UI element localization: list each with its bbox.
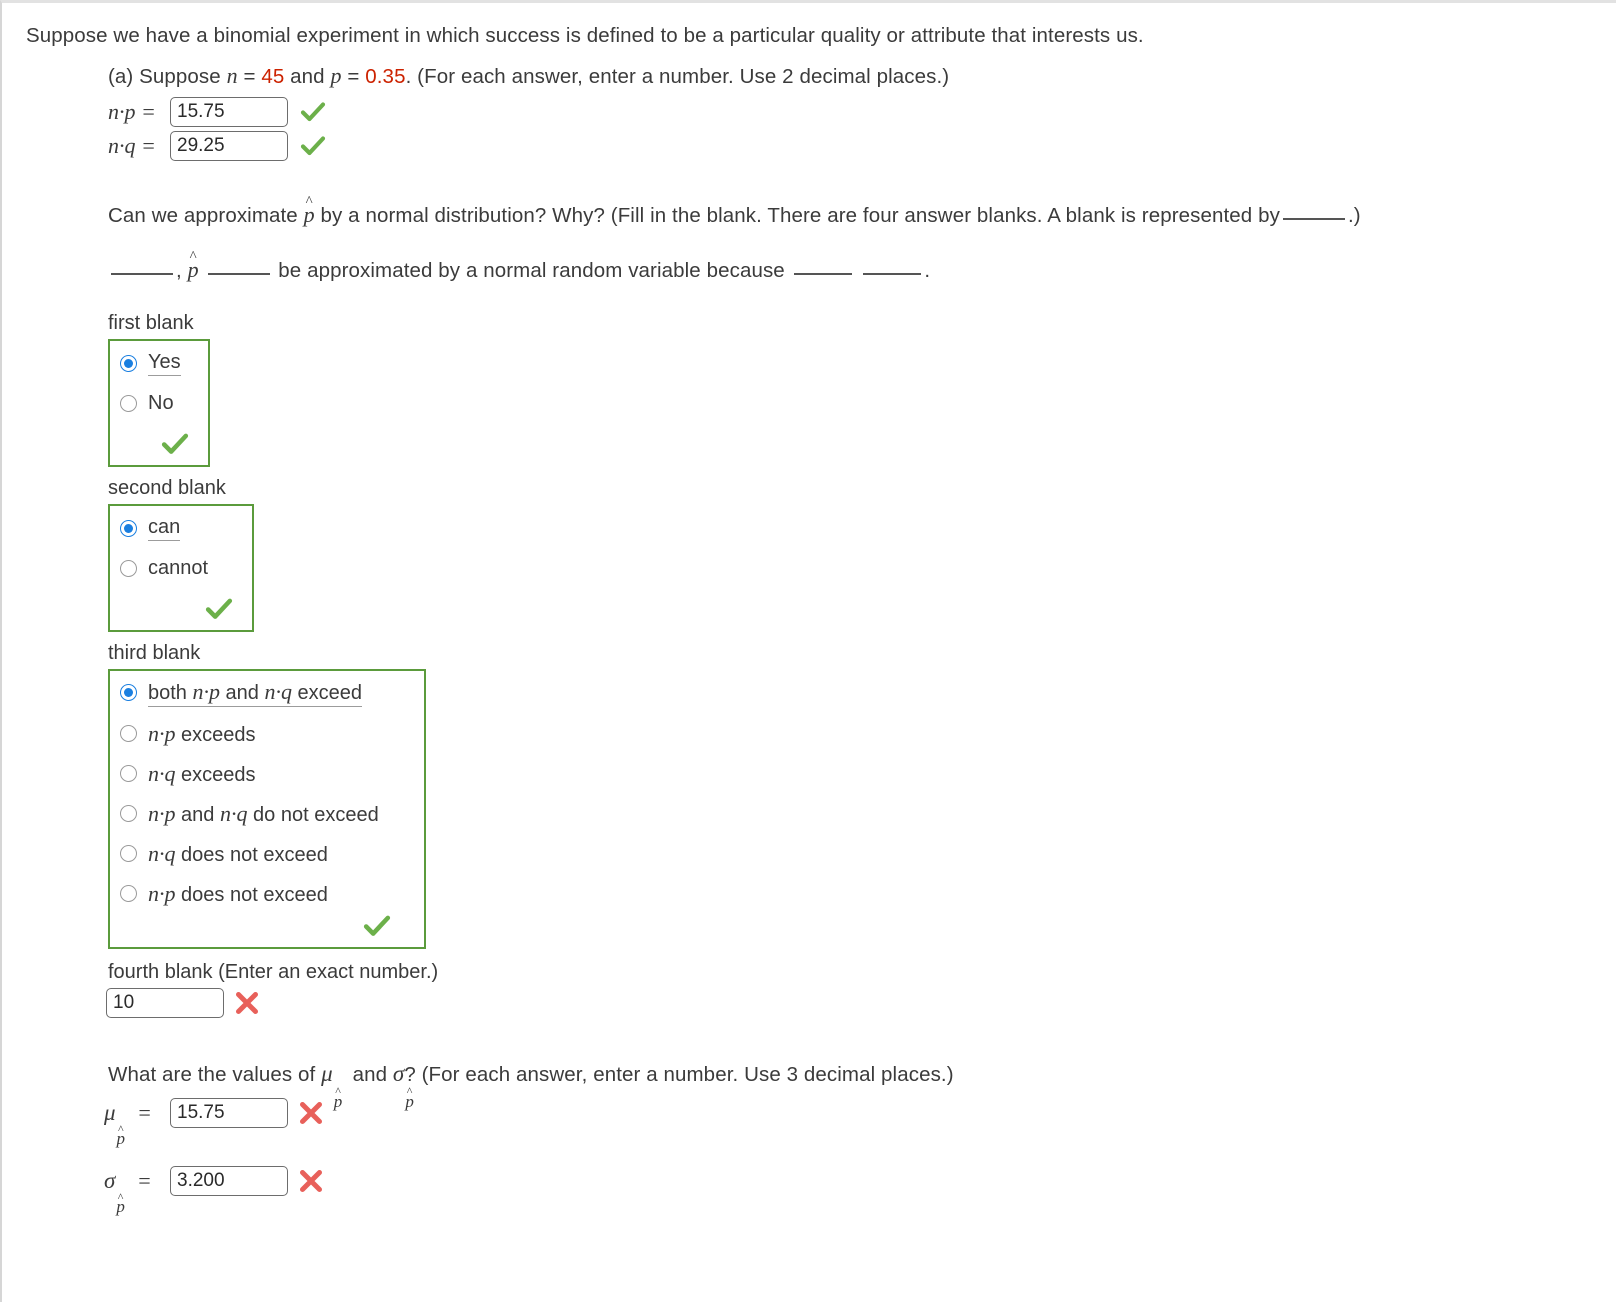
q-line2-comma: , — [176, 259, 182, 283]
part-b-question-a: What are the values of — [108, 1062, 316, 1086]
second-blank-label: second blank — [108, 476, 226, 499]
first-blank-option-yes[interactable]: Yes — [120, 351, 194, 376]
radio-icon[interactable] — [120, 725, 137, 743]
radio-icon[interactable] — [120, 885, 137, 903]
part-b-prompt: What are the values of μ ^ p and σ ^ p? (For… — [108, 1060, 954, 1111]
part-a-prefix: (a) Suppose — [108, 65, 221, 89]
q-line2-period: . — [924, 259, 931, 283]
second-blank-option-can[interactable]: can — [120, 516, 238, 541]
np-input[interactable] — [170, 97, 288, 128]
option-label: can — [148, 516, 181, 541]
sentence-blank-2 — [207, 273, 270, 276]
option-label: n·p does not exceed — [148, 880, 328, 906]
nq-input[interactable] — [170, 131, 288, 162]
sentence-blank-1 — [111, 273, 173, 276]
fourth-blank-input[interactable] — [106, 987, 224, 1018]
option-label: both n·p and n·q exceed — [148, 679, 363, 707]
sentence-blank-4 — [863, 273, 922, 276]
option-label: n·p and n·q do not exceed — [148, 800, 379, 826]
first-blank-label: first blank — [108, 311, 194, 334]
radio-icon[interactable] — [120, 765, 137, 783]
radio-icon-selected[interactable] — [120, 519, 137, 537]
nq-label: n·q = — [108, 133, 156, 159]
np-correct-icon — [300, 100, 326, 124]
and-word: and — [290, 65, 325, 89]
equals-1: = — [243, 65, 256, 89]
fourth-blank-incorrect-icon — [234, 990, 260, 1016]
third-blank-option-2[interactable]: n·p exceeds — [120, 721, 410, 747]
approximation-question-line1: Can we approximate ^ p by a normal distri… — [108, 194, 1616, 230]
mu-phat-label: μ ^ p = — [104, 1100, 152, 1149]
sigma-equals: = — [136, 1168, 152, 1194]
p-hat-symbol: ^ p — [303, 194, 315, 228]
sigma-phat-row: σ ^ p = — [104, 1166, 1616, 1217]
mu-symbol-row: μ — [104, 1100, 116, 1126]
variable-p: p — [330, 63, 342, 89]
p-hat-symbol-2: ^ p — [187, 249, 199, 283]
q-line2-part-b: be approximated by a normal random varia… — [278, 259, 785, 283]
fourth-blank-label: fourth blank (Enter an exact number.) — [108, 960, 439, 983]
approximation-question-line2: , ^ p be approximated by a normal random … — [108, 249, 1616, 285]
third-blank-option-6[interactable]: n·p does not exceed — [120, 881, 410, 907]
option-label: Yes — [148, 351, 181, 376]
np-row: n·p = — [108, 97, 1616, 128]
third-blank-option-1[interactable]: both n·p and n·q exceed — [120, 679, 410, 707]
sigma-phat-label: σ ^ p = — [104, 1168, 152, 1217]
radio-icon[interactable] — [120, 805, 137, 823]
radio-icon[interactable] — [120, 559, 137, 577]
p-value: 0.35 — [365, 65, 406, 89]
q-line1-part-b: by a normal distribution? Why? (Fill in … — [320, 204, 1280, 228]
mu-symbol: μ — [321, 1060, 333, 1086]
intro-statement: Suppose we have a binomial experiment in… — [26, 24, 1144, 47]
option-label: n·q does not exceed — [148, 840, 328, 866]
sigma-phat-input[interactable] — [170, 1166, 288, 1197]
sigma-symbol: σ — [392, 1060, 405, 1086]
sigma-phat-incorrect-icon — [298, 1168, 324, 1194]
n-value: 45 — [261, 65, 285, 89]
sigma-symbol-row: σ — [104, 1168, 116, 1194]
part-a-suffix: . (For each answer, enter a number. Use … — [405, 65, 950, 89]
part-b-question-b: and — [352, 1062, 388, 1086]
q-line1-part-a: Can we approximate — [108, 204, 298, 228]
np-label: n·p = — [108, 99, 156, 125]
nq-row: n·q = — [108, 131, 1616, 162]
worksheet-page: Suppose we have a binomial experiment in… — [0, 0, 1616, 1302]
first-blank-correct-icon — [120, 431, 194, 459]
radio-icon-selected[interactable] — [120, 684, 137, 702]
third-blank-option-5[interactable]: n·q does not exceed — [120, 841, 410, 867]
variable-n: n — [226, 63, 238, 89]
nq-correct-icon — [300, 134, 326, 158]
radio-icon[interactable] — [120, 394, 137, 412]
inline-blank-example — [1282, 218, 1345, 221]
part-b-question-c: ? (For each answer, enter a number. Use … — [404, 1062, 954, 1086]
fourth-blank-row — [106, 987, 1616, 1018]
radio-icon[interactable] — [120, 845, 137, 863]
third-blank-option-4[interactable]: n·p and n·q do not exceed — [120, 801, 410, 827]
part-a-prompt: (a) Suppose n = 45 and p = 0.35. (For ea… — [108, 60, 1616, 91]
mu-phat-row: μ ^ p = — [104, 1098, 1616, 1149]
option-label: cannot — [148, 556, 209, 579]
first-blank-option-no[interactable]: No — [120, 392, 194, 415]
radio-icon-selected[interactable] — [120, 354, 137, 372]
third-blank-option-3[interactable]: n·q exceeds — [120, 761, 410, 787]
mu-phat-input[interactable] — [170, 1098, 288, 1129]
option-label: No — [148, 391, 174, 414]
mu-equals: = — [137, 1100, 152, 1126]
mu-phat-incorrect-icon — [298, 1100, 324, 1126]
second-blank-group: can cannot — [108, 503, 254, 632]
first-blank-group: Yes No — [108, 338, 210, 467]
equals-2: = — [347, 65, 360, 89]
second-blank-option-cannot[interactable]: cannot — [120, 557, 238, 580]
second-blank-correct-icon — [120, 596, 238, 624]
sentence-blank-3 — [793, 273, 852, 276]
third-blank-group: both n·p and n·q exceed n·p exceeds n·q … — [108, 668, 426, 949]
option-label: n·q exceeds — [148, 760, 256, 786]
third-blank-correct-icon — [120, 913, 410, 941]
option-label: n·p exceeds — [148, 720, 256, 746]
third-blank-label: third blank — [108, 641, 201, 664]
q-line1-part-c: .) — [1347, 204, 1361, 228]
